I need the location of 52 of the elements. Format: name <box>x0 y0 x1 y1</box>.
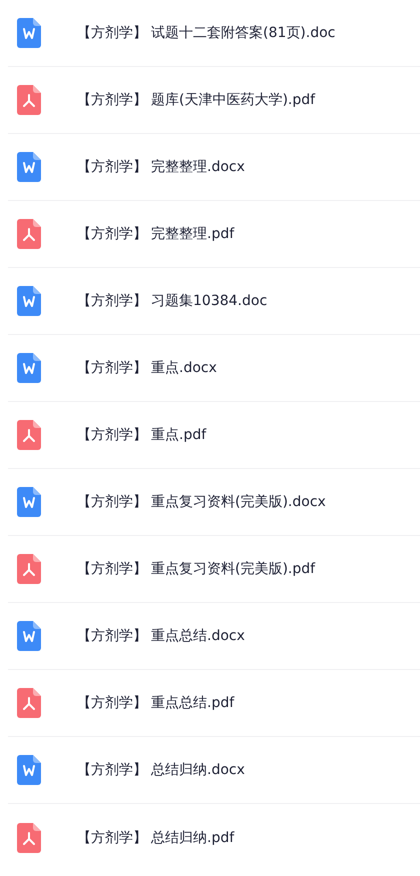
pdf-document-icon <box>17 554 41 584</box>
subject-tag: 【方剂学】 <box>77 225 147 243</box>
file-row[interactable]: 【方剂学】 重点.docx <box>8 335 420 402</box>
file-name: 完整整理.docx <box>151 158 245 176</box>
word-document-icon <box>17 18 41 48</box>
subject-tag: 【方剂学】 <box>77 24 147 42</box>
file-row[interactable]: 【方剂学】 题库(天津中医药大学).pdf <box>8 67 420 134</box>
subject-tag: 【方剂学】 <box>77 493 147 511</box>
file-row[interactable]: 【方剂学】 总结归纳.pdf <box>8 804 420 871</box>
subject-tag: 【方剂学】 <box>77 359 147 377</box>
subject-tag: 【方剂学】 <box>77 560 147 578</box>
file-name: 题库(天津中医药大学).pdf <box>151 91 316 109</box>
file-row[interactable]: 【方剂学】 重点总结.docx <box>8 603 420 670</box>
file-row[interactable]: 【方剂学】 习题集10384.doc <box>8 268 420 335</box>
file-name: 重点.docx <box>151 359 217 377</box>
pdf-document-icon <box>17 822 41 852</box>
subject-tag: 【方剂学】 <box>77 694 147 712</box>
file-row[interactable]: 【方剂学】 总结归纳.docx <box>8 737 420 804</box>
pdf-document-icon <box>17 688 41 718</box>
file-name: 重点复习资料(完美版).pdf <box>151 560 316 578</box>
subject-tag: 【方剂学】 <box>77 828 147 846</box>
file-name: 完整整理.pdf <box>151 225 234 243</box>
subject-tag: 【方剂学】 <box>77 91 147 109</box>
file-row[interactable]: 【方剂学】 完整整理.docx <box>8 134 420 201</box>
file-row[interactable]: 【方剂学】 重点总结.pdf <box>8 670 420 737</box>
pdf-document-icon <box>17 420 41 450</box>
subject-tag: 【方剂学】 <box>77 426 147 444</box>
pdf-document-icon <box>17 219 41 249</box>
subject-tag: 【方剂学】 <box>77 761 147 779</box>
file-name: 试题十二套附答案(81页).doc <box>151 24 336 42</box>
word-document-icon <box>17 286 41 316</box>
file-row[interactable]: 【方剂学】 试题十二套附答案(81页).doc <box>8 0 420 67</box>
file-row[interactable]: 【方剂学】 重点复习资料(完美版).pdf <box>8 536 420 603</box>
subject-tag: 【方剂学】 <box>77 627 147 645</box>
file-name: 重点总结.pdf <box>151 694 234 712</box>
subject-tag: 【方剂学】 <box>77 158 147 176</box>
file-name: 重点复习资料(完美版).docx <box>151 493 326 511</box>
file-row[interactable]: 【方剂学】 重点.pdf <box>8 402 420 469</box>
file-name: 总结归纳.docx <box>151 761 245 779</box>
file-row[interactable]: 【方剂学】 重点复习资料(完美版).docx <box>8 469 420 536</box>
word-document-icon <box>17 152 41 182</box>
word-document-icon <box>17 621 41 651</box>
word-document-icon <box>17 353 41 383</box>
word-document-icon <box>17 755 41 785</box>
pdf-document-icon <box>17 85 41 115</box>
word-document-icon <box>17 487 41 517</box>
file-name: 习题集10384.doc <box>151 292 268 310</box>
file-name: 重点总结.docx <box>151 627 245 645</box>
file-row[interactable]: 【方剂学】 完整整理.pdf <box>8 201 420 268</box>
file-name: 总结归纳.pdf <box>151 828 234 846</box>
file-name: 重点.pdf <box>151 426 206 444</box>
subject-tag: 【方剂学】 <box>77 292 147 310</box>
